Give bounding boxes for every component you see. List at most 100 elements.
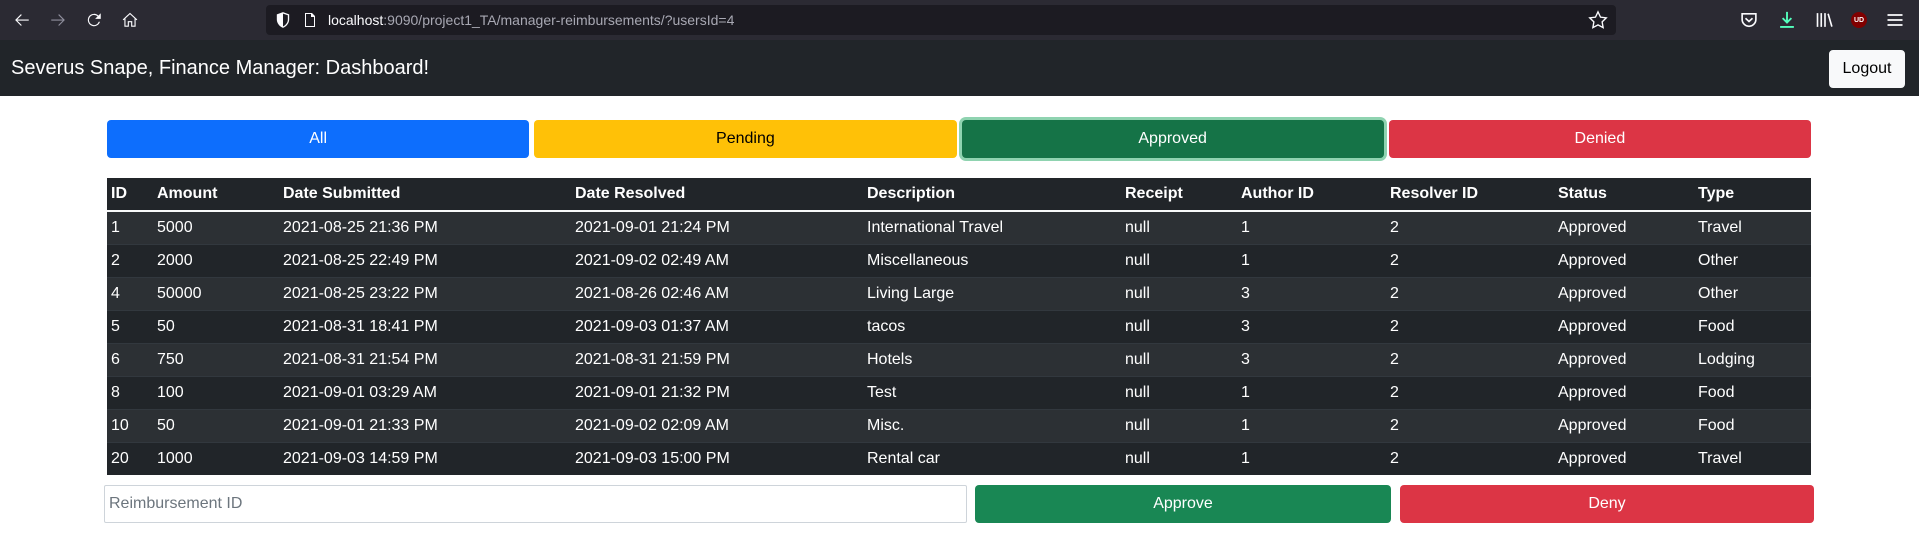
cell-author-id: 1 (1237, 243, 1386, 277)
shield-icon[interactable] (274, 11, 292, 29)
cell-amount: 1000 (153, 441, 279, 475)
cell-receipt: null (1121, 408, 1237, 442)
cell-receipt: null (1121, 276, 1237, 310)
bookmark-star-icon[interactable] (1588, 10, 1608, 30)
url-text[interactable]: localhost:9090/project1_TA/manager-reimb… (328, 12, 734, 28)
cell-receipt: null (1121, 375, 1237, 409)
cell-author-id: 1 (1237, 441, 1386, 475)
table-row: 5 50 2021-08-31 18:41 PM 2021-09-03 01:3… (107, 309, 1811, 343)
cell-type: Travel (1694, 210, 1811, 244)
cell-date-submitted: 2021-08-31 18:41 PM (279, 309, 571, 343)
cell-resolver-id: 2 (1386, 342, 1554, 376)
cell-description: tacos (863, 309, 1121, 343)
forward-arrow-icon[interactable] (44, 8, 72, 32)
cell-id: 1 (107, 210, 153, 244)
column-header-description: Description (863, 178, 1121, 212)
cell-author-id: 3 (1237, 276, 1386, 310)
cell-type: Food (1694, 375, 1811, 409)
cell-amount: 2000 (153, 243, 279, 277)
page-icon[interactable] (302, 12, 318, 28)
logout-button[interactable]: Logout (1829, 50, 1905, 88)
table-header-row: ID Amount Date Submitted Date Resolved D… (107, 178, 1811, 212)
approve-button[interactable]: Approve (975, 485, 1391, 523)
reload-icon[interactable] (80, 8, 108, 32)
cell-author-id: 3 (1237, 309, 1386, 343)
home-icon[interactable] (116, 8, 144, 32)
table-row: 20 1000 2021-09-03 14:59 PM 2021-09-03 1… (107, 441, 1811, 475)
cell-type: Travel (1694, 441, 1811, 475)
cell-resolver-id: 2 (1386, 276, 1554, 310)
library-icon[interactable] (1814, 9, 1836, 31)
cell-author-id: 1 (1237, 375, 1386, 409)
column-header-author-id: Author ID (1237, 178, 1386, 212)
table-row: 10 50 2021-09-01 21:33 PM 2021-09-02 02:… (107, 408, 1811, 442)
back-arrow-icon[interactable] (8, 8, 36, 32)
cell-date-resolved: 2021-09-01 21:32 PM (571, 375, 863, 409)
cell-amount: 50 (153, 408, 279, 442)
cell-id: 4 (107, 276, 153, 310)
deny-button[interactable]: Deny (1400, 485, 1814, 523)
column-header-status: Status (1554, 178, 1694, 212)
cell-amount: 750 (153, 342, 279, 376)
filter-approved-button[interactable]: Approved (961, 120, 1384, 158)
filter-pending-button[interactable]: Pending (534, 120, 957, 158)
cell-author-id: 3 (1237, 342, 1386, 376)
cell-description: Misc. (863, 408, 1121, 442)
cell-amount: 100 (153, 375, 279, 409)
cell-receipt: null (1121, 309, 1237, 343)
status-filter-bar: All Pending Approved Denied (107, 120, 1811, 158)
cell-id: 5 (107, 309, 153, 343)
cell-resolver-id: 2 (1386, 309, 1554, 343)
cell-description: Living Large (863, 276, 1121, 310)
cell-status: Approved (1554, 210, 1694, 244)
cell-type: Food (1694, 408, 1811, 442)
cell-description: Hotels (863, 342, 1121, 376)
cell-resolver-id: 2 (1386, 375, 1554, 409)
pocket-icon[interactable] (1738, 9, 1760, 31)
cell-resolver-id: 2 (1386, 243, 1554, 277)
column-header-type: Type (1694, 178, 1811, 212)
cell-author-id: 1 (1237, 408, 1386, 442)
cell-description: Test (863, 375, 1121, 409)
menu-icon[interactable] (1884, 9, 1906, 31)
filter-all-button[interactable]: All (107, 120, 530, 158)
cell-id: 20 (107, 441, 153, 475)
url-bar[interactable]: localhost:9090/project1_TA/manager-reimb… (266, 5, 1616, 35)
filter-denied-button[interactable]: Denied (1388, 120, 1811, 158)
cell-amount: 50 (153, 309, 279, 343)
cell-receipt: null (1121, 441, 1237, 475)
cell-description: Miscellaneous (863, 243, 1121, 277)
reimbursement-id-input[interactable] (104, 485, 967, 523)
cell-date-submitted: 2021-09-01 03:29 AM (279, 375, 571, 409)
cell-status: Approved (1554, 375, 1694, 409)
cell-id: 8 (107, 375, 153, 409)
cell-date-resolved: 2021-09-02 02:09 AM (571, 408, 863, 442)
cell-date-resolved: 2021-09-01 21:24 PM (571, 210, 863, 244)
cell-status: Approved (1554, 309, 1694, 343)
downloads-icon[interactable] (1776, 9, 1798, 31)
cell-date-submitted: 2021-08-25 23:22 PM (279, 276, 571, 310)
cell-date-resolved: 2021-09-03 01:37 AM (571, 309, 863, 343)
cell-date-resolved: 2021-09-03 15:00 PM (571, 441, 863, 475)
table-row: 1 5000 2021-08-25 21:36 PM 2021-09-01 21… (107, 210, 1811, 244)
cell-amount: 5000 (153, 210, 279, 244)
cell-date-submitted: 2021-08-25 21:36 PM (279, 210, 571, 244)
reimbursements-table: ID Amount Date Submitted Date Resolved D… (107, 178, 1811, 475)
column-header-id: ID (107, 178, 153, 212)
cell-author-id: 1 (1237, 210, 1386, 244)
cell-type: Food (1694, 309, 1811, 343)
cell-date-resolved: 2021-08-26 02:46 AM (571, 276, 863, 310)
column-header-date-submitted: Date Submitted (279, 178, 571, 212)
cell-date-submitted: 2021-09-03 14:59 PM (279, 441, 571, 475)
cell-id: 6 (107, 342, 153, 376)
cell-type: Other (1694, 243, 1811, 277)
cell-date-resolved: 2021-09-02 02:49 AM (571, 243, 863, 277)
cell-status: Approved (1554, 342, 1694, 376)
cell-description: Rental car (863, 441, 1121, 475)
table-row: 4 50000 2021-08-25 23:22 PM 2021-08-26 0… (107, 276, 1811, 310)
cell-date-submitted: 2021-08-31 21:54 PM (279, 342, 571, 376)
cell-date-submitted: 2021-08-25 22:49 PM (279, 243, 571, 277)
cell-date-resolved: 2021-08-31 21:59 PM (571, 342, 863, 376)
ublock-extension-icon[interactable]: UD (1848, 9, 1870, 31)
cell-status: Approved (1554, 243, 1694, 277)
